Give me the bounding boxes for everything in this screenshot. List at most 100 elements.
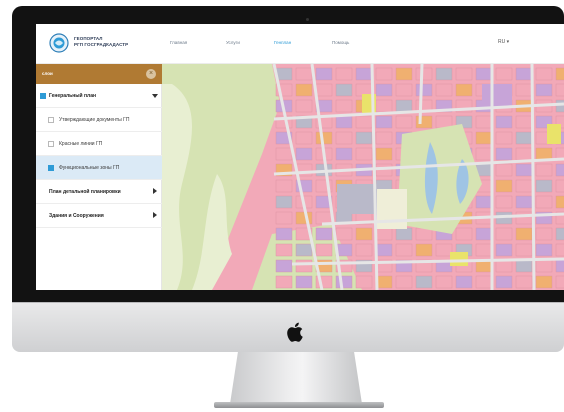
city-map[interactable]	[162, 64, 564, 290]
layer-checkbox[interactable]	[48, 117, 54, 123]
city-block	[495, 195, 513, 209]
layer-row[interactable]: План детальной планировки	[36, 180, 162, 204]
layer-label: План детальной планировки	[49, 189, 121, 195]
city-block	[295, 275, 313, 289]
layer-row[interactable]: Здания и Сооружения	[36, 204, 162, 228]
logo-icon[interactable]	[49, 33, 69, 53]
nav-item-services[interactable]: Услуги	[226, 40, 240, 45]
chevron-down-icon[interactable]	[152, 94, 158, 98]
city-block	[495, 131, 513, 145]
city-block	[335, 99, 353, 113]
city-block	[515, 147, 533, 161]
top-header: ГЕОПОРТАЛ РГП ГОСГРАДКАДАСТР Главная Усл…	[36, 24, 564, 64]
nav-item-help[interactable]: Помощь	[332, 40, 349, 45]
city-block	[315, 227, 333, 241]
language-selector[interactable]: RU ▾	[498, 39, 509, 45]
city-block	[475, 275, 493, 289]
layer-row[interactable]: Генеральный план	[36, 84, 162, 108]
city-block	[315, 67, 333, 81]
layer-label: Красные линии ГП	[59, 141, 103, 147]
nav-item-main[interactable]: Главная	[170, 40, 187, 45]
city-block	[415, 67, 433, 81]
layers-header: слои ×	[36, 64, 162, 84]
city-block	[535, 67, 553, 81]
city-block	[515, 211, 533, 225]
highlight-zone	[547, 124, 561, 144]
highlight-zone	[450, 252, 468, 266]
city-block	[415, 275, 433, 289]
city-block	[535, 83, 553, 97]
city-block	[395, 275, 413, 289]
city-block	[515, 83, 533, 97]
road	[418, 64, 424, 125]
city-block	[375, 67, 393, 81]
chevron-right-icon[interactable]	[153, 188, 157, 194]
city-block	[355, 67, 373, 81]
city-block	[535, 243, 553, 257]
city-block	[335, 67, 353, 81]
city-block	[455, 67, 473, 81]
city-block	[515, 131, 533, 145]
city-block	[535, 163, 553, 177]
city-block	[515, 67, 533, 81]
layers-sidebar: слои × Генеральный план Утверждающие доку…	[36, 64, 162, 290]
city-block	[355, 243, 373, 257]
city-block	[535, 227, 553, 241]
city-block	[315, 131, 333, 145]
public-zone	[482, 84, 512, 108]
city-block	[555, 83, 564, 97]
close-icon[interactable]: ×	[146, 69, 156, 79]
layer-label: Утверждающие документы ГП	[59, 117, 130, 123]
industrial-zone	[337, 184, 377, 214]
city-block	[275, 147, 293, 161]
city-block	[375, 99, 393, 113]
city-block	[555, 67, 564, 81]
city-block	[455, 227, 473, 241]
city-block	[495, 67, 513, 81]
city-block	[275, 275, 293, 289]
city-block	[395, 83, 413, 97]
city-block	[475, 227, 493, 241]
road	[530, 64, 536, 290]
city-block	[535, 195, 553, 209]
city-block	[275, 195, 293, 209]
city-block	[375, 115, 393, 129]
city-block	[355, 275, 373, 289]
city-block	[495, 259, 513, 273]
city-block	[375, 83, 393, 97]
apple-logo-icon	[287, 322, 303, 342]
layer-row[interactable]: Утверждающие документы ГП	[36, 108, 162, 132]
layer-checkbox[interactable]	[40, 93, 46, 99]
layer-label: Генеральный план	[49, 93, 96, 99]
camera-icon	[306, 18, 309, 21]
layer-checkbox[interactable]	[48, 141, 54, 147]
city-block	[395, 227, 413, 241]
city-block	[495, 163, 513, 177]
nav-item-genplan[interactable]: Генплан	[274, 40, 291, 45]
city-block	[555, 227, 564, 241]
city-block	[555, 259, 564, 273]
layer-checkbox[interactable]	[48, 165, 54, 171]
city-block	[515, 275, 533, 289]
city-block	[335, 227, 353, 241]
city-block	[335, 83, 353, 97]
city-block	[435, 275, 453, 289]
city-block	[395, 67, 413, 81]
city-block	[515, 163, 533, 177]
city-block	[535, 259, 553, 273]
city-block	[275, 259, 293, 273]
layer-row[interactable]: Функциональные зоны ГП	[36, 156, 162, 180]
city-block	[375, 131, 393, 145]
city-block	[315, 83, 333, 97]
city-block	[475, 147, 493, 161]
city-block	[515, 243, 533, 257]
chevron-right-icon[interactable]	[153, 212, 157, 218]
city-block	[275, 243, 293, 257]
city-block	[435, 67, 453, 81]
layers-title: слои	[42, 71, 53, 76]
city-block	[535, 275, 553, 289]
city-block	[355, 115, 373, 129]
city-block	[515, 179, 533, 193]
layer-row[interactable]: Красные линии ГП	[36, 132, 162, 156]
city-block	[555, 275, 564, 289]
